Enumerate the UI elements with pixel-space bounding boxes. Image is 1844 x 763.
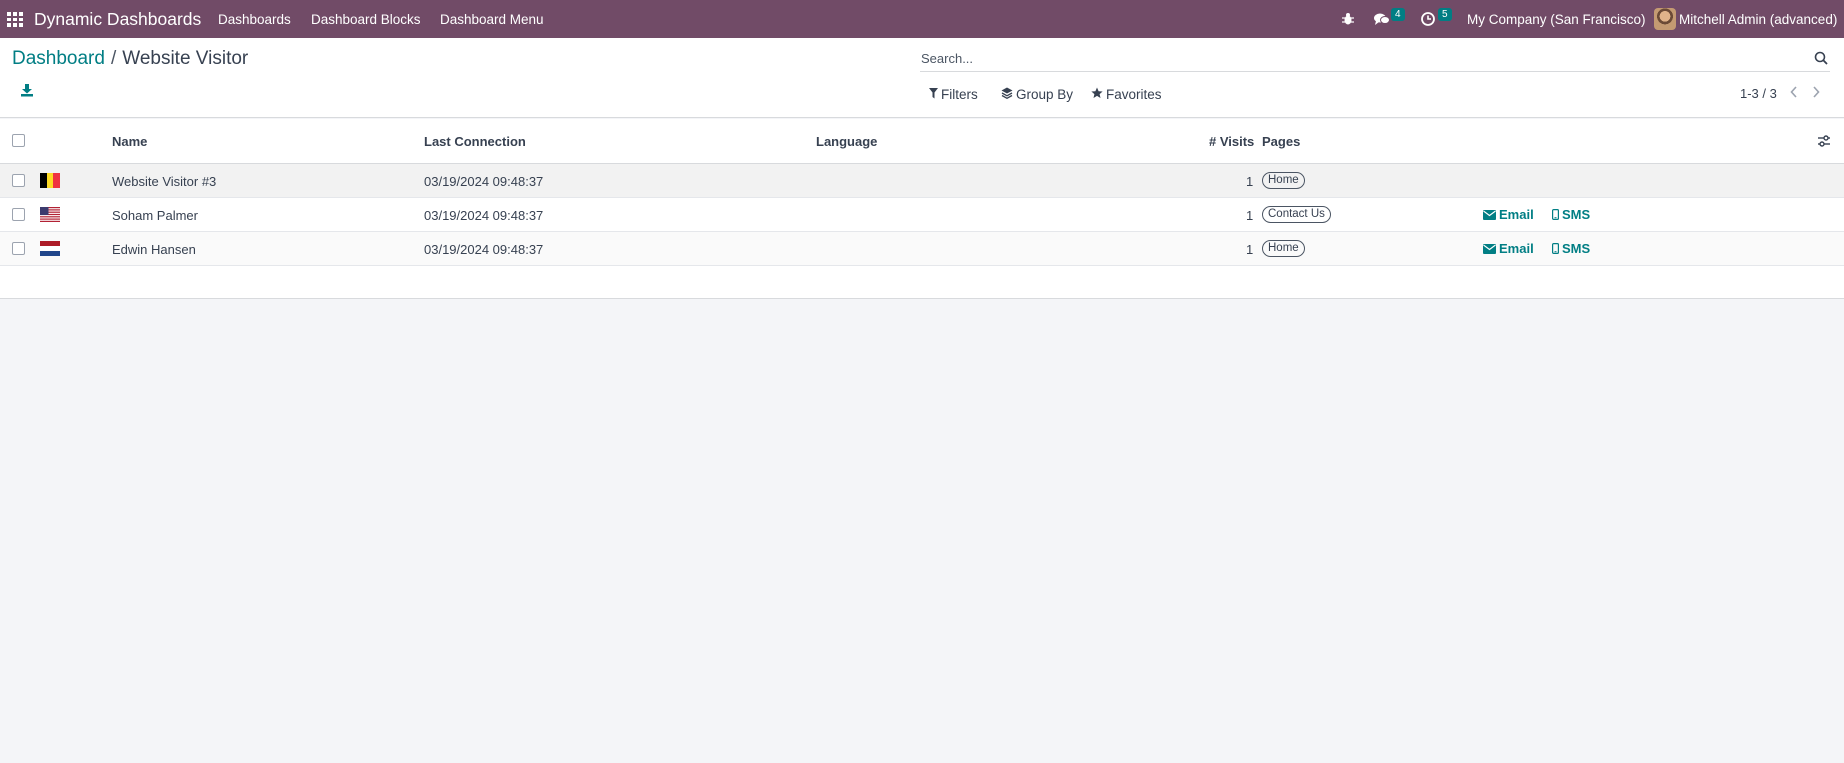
clock-icon[interactable]: 5 bbox=[1421, 8, 1452, 29]
select-all-checkbox[interactable] bbox=[12, 134, 25, 147]
pager-value[interactable]: 1-3 / 3 bbox=[1740, 86, 1777, 101]
page-title: Website Visitor bbox=[122, 48, 249, 69]
visit-count: 1 bbox=[1246, 242, 1254, 257]
mobile-icon bbox=[1552, 243, 1559, 254]
avatar[interactable] bbox=[1654, 8, 1676, 30]
mobile-icon bbox=[1552, 209, 1559, 220]
email-button[interactable]: Email bbox=[1483, 241, 1534, 256]
sms-label: SMS bbox=[1562, 207, 1591, 222]
usa-flag-icon bbox=[40, 207, 60, 222]
belgium-flag-icon bbox=[40, 173, 60, 188]
search-bar bbox=[920, 46, 1830, 72]
breadcrumb-dashboard-link[interactable]: Dashboard bbox=[12, 48, 105, 69]
row-checkbox[interactable] bbox=[12, 208, 25, 221]
filters-label: Filters bbox=[941, 87, 978, 102]
email-label: Email bbox=[1499, 241, 1534, 256]
filter-icon bbox=[929, 87, 938, 102]
column-visits[interactable]: # Visits bbox=[1209, 134, 1254, 149]
sms-button[interactable]: SMS bbox=[1552, 241, 1590, 256]
email-button[interactable]: Email bbox=[1483, 207, 1534, 222]
chat-count-badge: 4 bbox=[1391, 8, 1405, 21]
column-name[interactable]: Name bbox=[112, 134, 147, 149]
sms-label: SMS bbox=[1562, 241, 1591, 256]
envelope-icon bbox=[1483, 243, 1496, 254]
pager-next-button[interactable] bbox=[1811, 85, 1821, 102]
apps-grid-icon[interactable] bbox=[7, 12, 23, 27]
company-switcher[interactable]: My Company (San Francisco) bbox=[1467, 12, 1646, 27]
top-navbar: Dynamic Dashboards Dashboards Dashboard … bbox=[0, 0, 1844, 38]
visitor-name: Edwin Hansen bbox=[112, 242, 196, 257]
star-icon bbox=[1091, 87, 1103, 102]
page-tag: Home bbox=[1262, 172, 1305, 189]
last-connection: 03/19/2024 09:48:37 bbox=[424, 174, 544, 189]
last-connection: 03/19/2024 09:48:37 bbox=[424, 242, 544, 257]
column-pages[interactable]: Pages bbox=[1262, 134, 1300, 149]
page-tag: Home bbox=[1262, 240, 1305, 257]
group-by-button[interactable]: Group By bbox=[1001, 87, 1073, 102]
visitor-name: Website Visitor #3 bbox=[112, 174, 217, 189]
activity-count-badge: 5 bbox=[1438, 8, 1452, 21]
optional-columns-icon[interactable] bbox=[1817, 134, 1831, 148]
sms-button[interactable]: SMS bbox=[1552, 207, 1590, 222]
breadcrumb: Dashboard / Website Visitor bbox=[12, 48, 248, 70]
visit-count: 1 bbox=[1246, 208, 1254, 223]
filters-button[interactable]: Filters bbox=[929, 87, 978, 102]
menu-dashboard-menu[interactable]: Dashboard Menu bbox=[440, 12, 544, 27]
row-checkbox[interactable] bbox=[12, 174, 25, 187]
table-row[interactable]: Soham Palmer 03/19/2024 09:48:37 1 Conta… bbox=[0, 198, 1844, 232]
list-view: Name Last Connection Language # Visits P… bbox=[0, 119, 1844, 299]
visit-count: 1 bbox=[1246, 174, 1254, 189]
bug-icon[interactable] bbox=[1341, 12, 1355, 29]
table-header: Name Last Connection Language # Visits P… bbox=[0, 119, 1844, 164]
menu-dashboards[interactable]: Dashboards bbox=[218, 12, 291, 27]
search-icon[interactable] bbox=[1814, 51, 1828, 65]
row-checkbox[interactable] bbox=[12, 242, 25, 255]
group-by-label: Group By bbox=[1016, 87, 1074, 102]
favorites-label: Favorites bbox=[1106, 87, 1162, 102]
breadcrumb-separator: / bbox=[110, 48, 117, 69]
visitor-name: Soham Palmer bbox=[112, 208, 198, 223]
email-label: Email bbox=[1499, 207, 1534, 222]
last-connection: 03/19/2024 09:48:37 bbox=[424, 208, 544, 223]
column-last-connection[interactable]: Last Connection bbox=[424, 134, 526, 149]
favorites-button[interactable]: Favorites bbox=[1091, 87, 1162, 102]
menu-dashboard-blocks[interactable]: Dashboard Blocks bbox=[311, 12, 421, 27]
control-panel: Dashboard/Website Visitor Filters Group … bbox=[0, 38, 1844, 118]
table-footer bbox=[0, 266, 1844, 298]
user-menu[interactable]: Mitchell Admin (advanced) bbox=[1679, 12, 1837, 27]
column-language[interactable]: Language bbox=[816, 134, 877, 149]
chat-icon[interactable]: 4 bbox=[1374, 8, 1405, 29]
envelope-icon bbox=[1483, 209, 1496, 220]
netherlands-flag-icon bbox=[40, 241, 60, 256]
chevron-left-icon bbox=[1790, 86, 1797, 98]
pager-previous-button[interactable] bbox=[1789, 85, 1799, 102]
page-tag: Contact Us bbox=[1262, 206, 1331, 223]
search-input[interactable] bbox=[920, 46, 1780, 70]
app-brand[interactable]: Dynamic Dashboards bbox=[34, 9, 201, 30]
table-row[interactable]: Edwin Hansen 03/19/2024 09:48:37 1 Home … bbox=[0, 232, 1844, 266]
table-row[interactable]: Website Visitor #3 03/19/2024 09:48:37 1… bbox=[0, 164, 1844, 198]
layers-icon bbox=[1001, 87, 1013, 102]
download-icon[interactable] bbox=[20, 83, 36, 99]
chevron-right-icon bbox=[1813, 86, 1820, 98]
